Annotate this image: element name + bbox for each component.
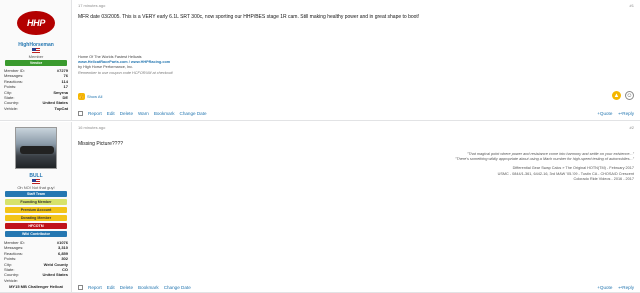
wiki-contributor-banner: Wiki Contributor [5,231,67,237]
stat-value: United States [42,272,68,278]
user-stats: Member ID: #1076 Messages: 3,310 Reactions… [4,240,68,289]
select-checkbox[interactable] [78,111,83,116]
signature-quote: "That magical point where power and resi… [466,152,634,156]
banner-label: Founding Member [20,199,52,204]
reactions-bar: 👍 Show All [78,93,102,100]
vendor-banner: Vendor [5,60,67,66]
post-main: 17 minutes ago #1 MFR date 03/2005. This… [76,0,640,120]
user-title: Oh NO! Not that guy! [17,185,55,190]
edit-link[interactable]: Edit [107,111,115,116]
select-checkbox[interactable] [78,285,83,290]
user-sidebar: HHP HighHorseman Member Vendor Member ID… [0,0,72,120]
post-2: BULL Oh NO! Not that guy! Staff Team Fou… [0,122,640,293]
user-sidebar: BULL Oh NO! Not that guy! Staff Team Fou… [0,122,72,292]
banner-label: HFCOTM [28,223,44,228]
vehicle-name: MY15 MB Challenger Hellcat [9,284,63,290]
hhp-logo: HHP [17,11,55,35]
smiley-icon[interactable]: ☺ [625,91,634,100]
stat-label: Vehicle: [4,277,19,283]
thread-page: HHP HighHorseman Member Vendor Member ID… [0,0,640,293]
staff-team-banner: Staff Team [5,191,67,197]
us-flag-icon [32,48,40,53]
signature-quote: "There's something wildly appropriate ab… [454,157,634,162]
avatar[interactable] [15,127,57,169]
stat-row: Vehicle: [4,278,68,283]
reply-button[interactable]: ↩Reply [618,111,634,117]
banner-label: Premium Account [20,207,52,212]
report-link[interactable]: Report [88,111,102,116]
bookmark-link[interactable]: Bookmark [138,285,159,290]
post-timestamp[interactable]: 17 minutes ago [78,3,105,8]
founding-member-banner: Founding Member [5,199,67,205]
signature-note: Remember to use coupon code HCFORUM at c… [78,70,173,75]
stat-value: TopCat [54,105,68,111]
banner-label: Wiki Contributor [21,231,51,236]
premium-account-banner: Premium Account [5,207,67,213]
delete-link[interactable]: Delete [120,285,133,290]
hfcotm-banner: HFCOTM [5,223,67,229]
reply-label: Reply [622,111,634,116]
thumbs-up-icon: 👍 [78,93,85,100]
user-title: Member [28,54,44,59]
us-flag-icon [32,179,40,184]
post-1: HHP HighHorseman Member Vendor Member ID… [0,0,640,121]
signature-link[interactable]: www.HellcatRaceParts.com / www.HHPRacing… [78,60,170,64]
edit-link[interactable]: Edit [107,285,115,290]
thumbs-up-icon[interactable]: ▲ [612,91,621,100]
post-number[interactable]: #1 [630,3,634,8]
post-main: 16 minutes ago #2 Missing Picture???? "T… [76,122,640,292]
report-link[interactable]: Report [88,285,102,290]
avatar[interactable]: HHP [16,3,56,43]
signature-line[interactable]: Colorado Ride Videos - 2016 - 2017 [455,177,634,182]
avatar-photo [15,127,57,169]
post-reply-actions: +Quote ↩Reply [597,111,634,117]
post-message: Missing Picture???? [78,141,124,147]
vendor-banner-label: Vendor [29,60,43,65]
reply-button[interactable]: ↩Reply [618,285,634,291]
stat-label: Vehicle: [4,105,19,111]
post-actions: Report Edit Delete Bookmark Change Date [78,285,191,290]
bookmark-link[interactable]: Bookmark [154,111,175,116]
warn-link[interactable]: Warn [138,111,149,116]
change-date-link[interactable]: Change Date [164,285,191,290]
reply-label: Reply [622,285,634,290]
banner-label: Donating Member [20,215,52,220]
donating-member-banner: Donating Member [5,215,67,221]
user-stats: Member ID: #7279 Messages: 76 Reactions: 11… [4,68,68,111]
reaction-buttons: ▲ ☺ [612,91,634,100]
show-all-reactions-link[interactable]: Show All [87,94,102,99]
post-message: MFR date 03/2005. This is a VERY early 6… [78,14,420,20]
quote-button[interactable]: +Quote [597,285,612,291]
quote-button[interactable]: +Quote [597,111,612,117]
stat-row: Vehicle: TopCat [4,106,68,111]
signature: Home Of The Worlds Fastest Hellcats www.… [78,55,173,76]
post-number[interactable]: #2 [630,125,634,130]
post-actions: Report Edit Delete Warn Bookmark Change … [78,111,207,116]
banner-label: Staff Team [26,191,46,196]
post-timestamp[interactable]: 16 minutes ago [78,125,105,130]
signature: "That magical point where power and resi… [455,152,634,182]
post-reply-actions: +Quote ↩Reply [597,285,634,291]
delete-link[interactable]: Delete [120,111,133,116]
change-date-link[interactable]: Change Date [180,111,207,116]
